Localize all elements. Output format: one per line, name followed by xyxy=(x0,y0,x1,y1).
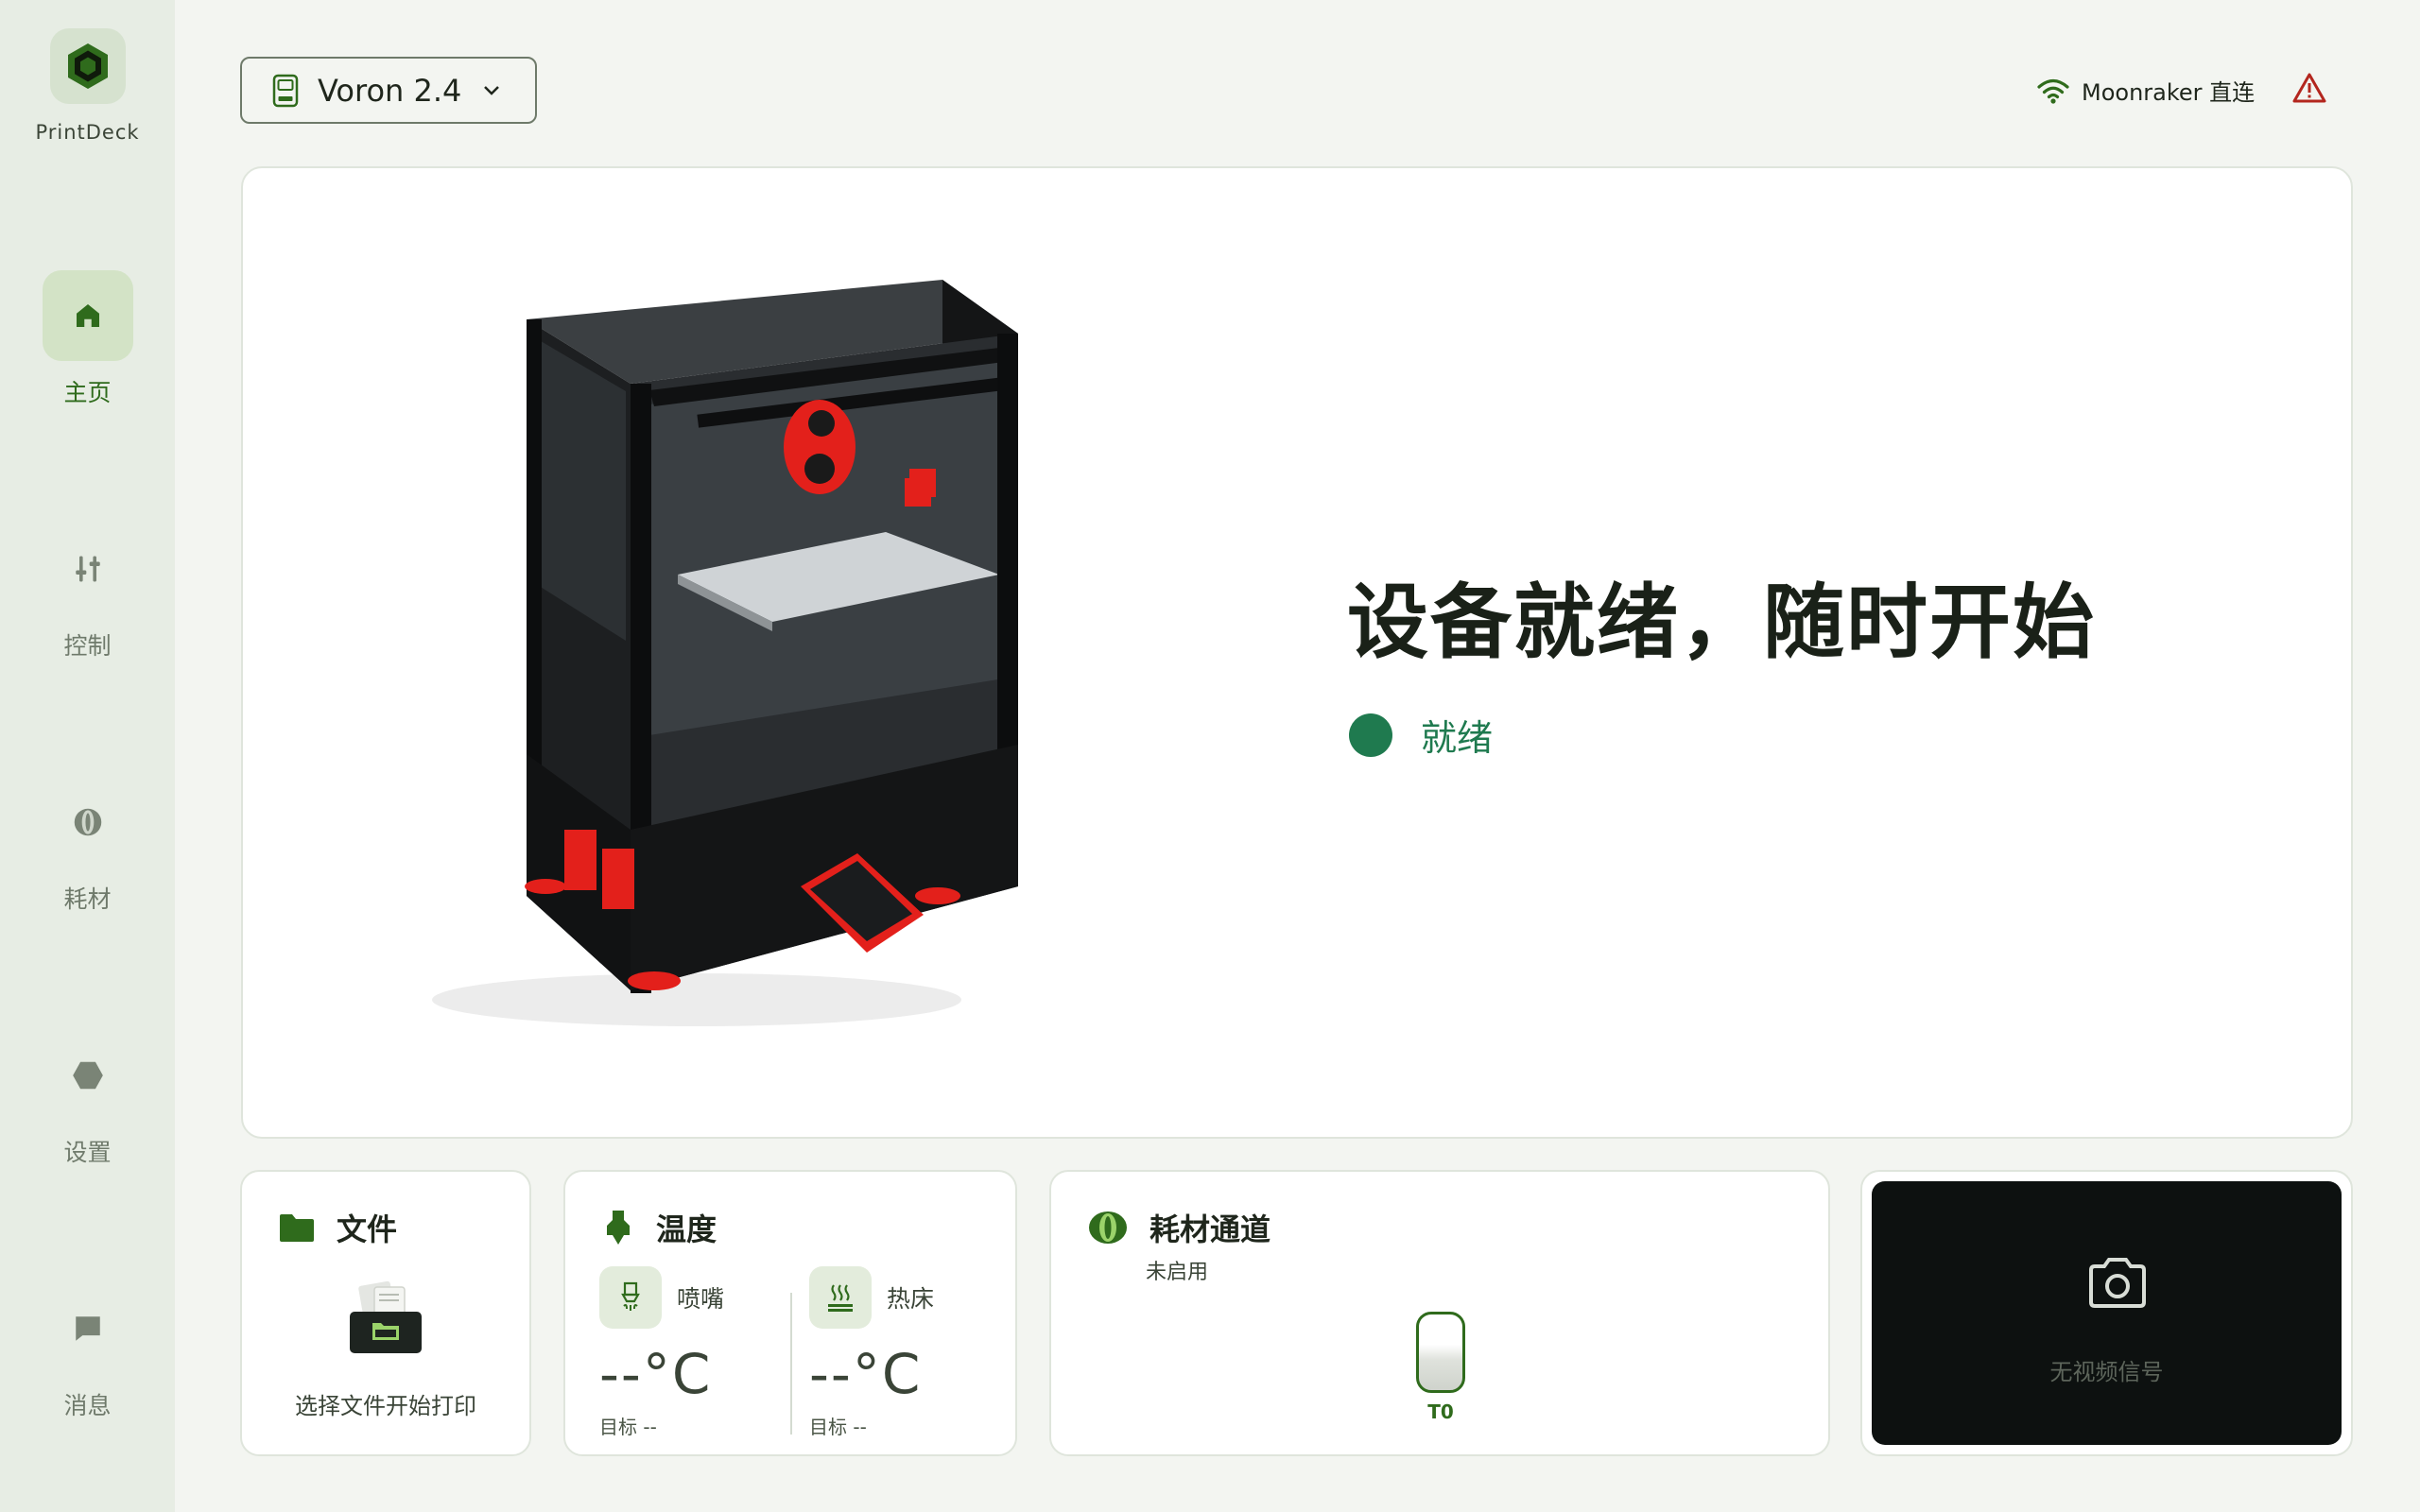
nozzle-temperature-icon xyxy=(607,1211,630,1245)
bed-temp: 热床 --°C 目标 -- xyxy=(809,1266,998,1439)
filament-slot-icon xyxy=(1416,1312,1465,1393)
sidebar-item-label: 控制 xyxy=(63,632,112,660)
device-select[interactable]: Voron 2.4 xyxy=(240,57,537,124)
sidebar: PrintDeck 主页 控制 耗材 设置 消息 xyxy=(0,0,175,1512)
heated-bed-icon xyxy=(809,1266,872,1329)
status-label: 就绪 xyxy=(1421,717,1494,759)
sidebar-item-control[interactable]: 控制 xyxy=(0,524,175,662)
app-logo-icon xyxy=(49,28,126,104)
no-video-label: 无视频信号 xyxy=(2049,1359,2164,1385)
sidebar-item-label: 设置 xyxy=(63,1139,112,1166)
spool-icon xyxy=(1089,1211,1127,1244)
nozzle-temp: 喷嘴 --°C 目标 -- xyxy=(599,1266,788,1439)
temperature-divider xyxy=(790,1293,792,1435)
hero-title: 设备就绪，随时开始 xyxy=(1347,576,2096,670)
camera-card[interactable]: 无视频信号 xyxy=(1860,1170,2353,1456)
filament-card-title: 耗材通道 xyxy=(1150,1211,1271,1247)
filament-slot-label: T0 xyxy=(1427,1400,1454,1423)
connection-label: Moonraker 直连 xyxy=(2082,79,2256,106)
sidebar-item-label: 消息 xyxy=(63,1392,112,1419)
bed-label: 热床 xyxy=(887,1285,935,1313)
message-icon xyxy=(75,1316,100,1341)
sidebar-item-label: 主页 xyxy=(63,379,112,406)
folder-icon xyxy=(280,1214,314,1242)
nozzle-label: 喷嘴 xyxy=(677,1285,725,1313)
connection-status[interactable]: Moonraker 直连 xyxy=(2036,74,2255,107)
bed-target: 目标 -- xyxy=(809,1416,867,1438)
printer-image xyxy=(413,168,1425,1137)
device-name: Voron 2.4 xyxy=(318,72,462,109)
temperature-card-title: 温度 xyxy=(656,1211,717,1247)
nozzle-target: 目标 -- xyxy=(599,1416,657,1438)
sidebar-item-home[interactable]: 主页 xyxy=(0,270,175,408)
camera-icon xyxy=(2089,1258,2146,1308)
sidebar-item-messages[interactable]: 消息 xyxy=(0,1283,175,1421)
app-name: PrintDeck xyxy=(35,121,140,144)
filament-channel-card[interactable]: 耗材通道 未启用 T0 xyxy=(1049,1170,1830,1456)
device-icon xyxy=(272,74,299,107)
filament-status: 未启用 xyxy=(1146,1261,1209,1284)
chevron-down-icon xyxy=(484,85,500,95)
spool-icon xyxy=(74,808,101,836)
brand: PrintDeck xyxy=(0,28,175,144)
hexagon-icon xyxy=(72,1061,103,1090)
nozzle-temp-value: --°C xyxy=(599,1342,713,1406)
files-card-title: 文件 xyxy=(337,1211,398,1247)
temperature-card[interactable]: 温度 喷嘴 --°C 目标 -- 热床 --°C 目标 -- xyxy=(563,1170,1017,1456)
status-dot-icon xyxy=(1349,713,1392,757)
camera-feed[interactable]: 无视频信号 xyxy=(1872,1181,2342,1445)
files-card[interactable]: 文件 选择文件开始打印 xyxy=(240,1170,531,1456)
printer-status: 就绪 xyxy=(1349,709,1493,761)
file-folder-illustration-icon xyxy=(350,1280,422,1353)
filament-slot[interactable]: T0 xyxy=(1416,1312,1465,1423)
wifi-icon xyxy=(2037,78,2069,104)
warning-icon[interactable] xyxy=(2291,72,2327,104)
hero-panel: 设备就绪，随时开始 就绪 xyxy=(241,166,2353,1139)
sliders-icon xyxy=(75,556,100,582)
sidebar-item-settings[interactable]: 设置 xyxy=(0,1030,175,1168)
bed-temp-value: --°C xyxy=(809,1342,923,1406)
nozzle-icon xyxy=(599,1266,662,1329)
files-hint: 选择文件开始打印 xyxy=(295,1393,476,1419)
home-icon xyxy=(76,304,99,327)
sidebar-item-label: 耗材 xyxy=(63,885,112,913)
sidebar-item-filament[interactable]: 耗材 xyxy=(0,777,175,915)
